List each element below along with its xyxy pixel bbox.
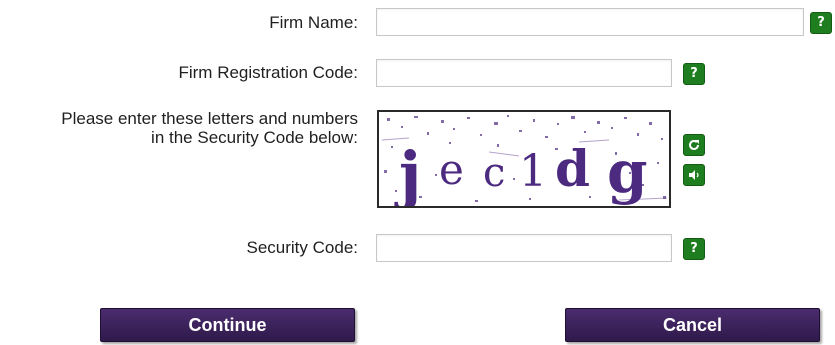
firm-login-form: Firm Name: ? Firm Registration Code: ? P… [0, 0, 835, 345]
svg-text:e: e [439, 145, 464, 194]
svg-text:d: d [555, 139, 590, 198]
captcha-noise: j e c 1 d g [381, 115, 668, 206]
captcha-image: j e c 1 d g [377, 110, 671, 208]
cancel-button[interactable]: Cancel [565, 308, 820, 342]
svg-text:c: c [483, 150, 505, 196]
continue-button[interactable]: Continue [100, 308, 355, 342]
firm-registration-help-icon[interactable]: ? [683, 63, 705, 85]
security-code-input[interactable] [376, 234, 672, 262]
security-code-label: Security Code: [246, 238, 359, 257]
captcha-instruction-line2: in the Security Code below: [151, 128, 358, 147]
firm-name-help-icon[interactable]: ? [810, 12, 832, 34]
firm-registration-code-input[interactable] [376, 59, 672, 87]
refresh-icon [689, 140, 699, 150]
speaker-icon [689, 170, 699, 180]
svg-text:1: 1 [519, 146, 547, 197]
firm-registration-code-label: Firm Registration Code: [178, 63, 358, 82]
captcha-instruction-line1: Please enter these letters and numbers [61, 109, 358, 128]
firm-name-label: Firm Name: [269, 13, 358, 32]
captcha-instruction: Please enter these letters and numbers i… [0, 109, 358, 147]
firm-name-input[interactable] [376, 8, 804, 36]
captcha-refresh-icon[interactable] [683, 134, 705, 156]
svg-text:g: g [607, 138, 648, 206]
captcha-audio-icon[interactable] [683, 164, 705, 186]
security-code-help-icon[interactable]: ? [683, 238, 705, 260]
svg-text:j: j [394, 138, 421, 206]
